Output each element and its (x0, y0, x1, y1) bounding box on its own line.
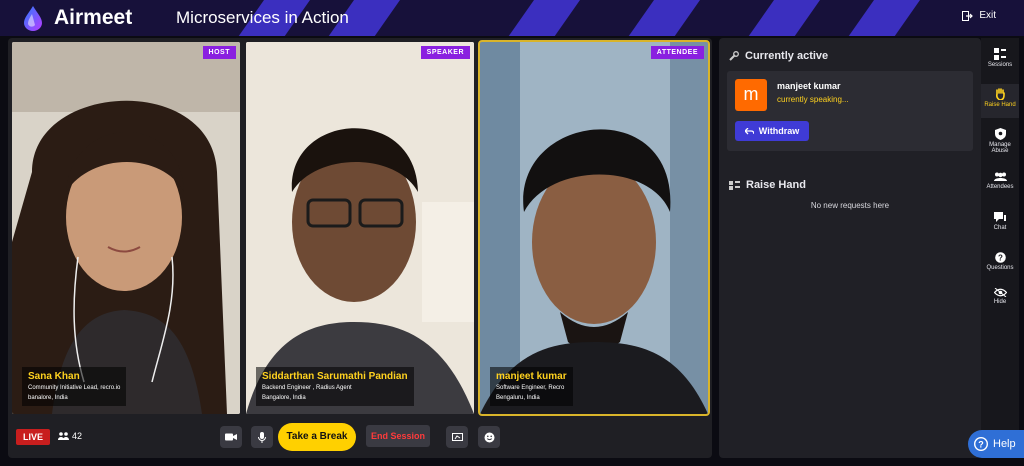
nav-attendees[interactable]: Attendees (981, 172, 1019, 202)
undo-icon (744, 127, 754, 134)
active-speaker-status: currently speaking... (777, 95, 849, 104)
microphone-icon (258, 431, 266, 443)
active-speaker-name: manjeet kumar (777, 81, 841, 91)
side-nav: Sessions Raise Hand Manage Abuse Attende… (981, 38, 1019, 458)
role-badge-host: HOST (202, 46, 236, 59)
nav-questions[interactable]: ? Questions (981, 252, 1019, 282)
help-icon: ? (974, 437, 988, 451)
reactions-button[interactable] (478, 426, 500, 448)
currently-active-heading: Currently active (729, 50, 828, 62)
wrench-icon (729, 51, 739, 61)
withdraw-button[interactable]: Withdraw (735, 121, 809, 141)
airmeet-logo-icon (18, 4, 48, 32)
hand-icon (995, 88, 1005, 100)
microphone-button[interactable] (251, 426, 273, 448)
video-tile-speaker[interactable]: SPEAKER Siddarthan Sarumathi Pandian Bac… (246, 42, 474, 414)
attendee-count: 42 (58, 431, 82, 441)
role-badge-attendee: ATTENDEE (650, 46, 704, 59)
participant-title: Software Engineer, Recro (496, 385, 565, 391)
camera-icon (225, 433, 237, 441)
participant-location: Bengaluru, India (496, 395, 540, 401)
nav-label: Hide (993, 299, 1007, 305)
nav-label: Attendees (986, 184, 1014, 190)
attendee-video-feed (480, 42, 708, 414)
nav-label: Sessions (987, 62, 1013, 68)
nav-label: Chat (993, 225, 1007, 231)
host-video-feed (12, 42, 240, 414)
screen-share-icon (451, 432, 463, 441)
nav-sessions[interactable]: Sessions (981, 44, 1019, 78)
video-tile-attendee[interactable]: ATTENDEE manjeet kumar Software Engineer… (478, 40, 710, 416)
app-name: Airmeet (54, 6, 133, 29)
exit-icon (962, 10, 974, 21)
participant-title: Community Initiative Lead, recro.io (28, 385, 121, 391)
sessions-icon (994, 48, 1006, 60)
end-session-button[interactable]: End Session (366, 425, 430, 447)
airmeet-logo: Airmeet (18, 4, 132, 32)
avatar: m (735, 79, 767, 111)
nameplate: Siddarthan Sarumathi Pandian Backend Eng… (256, 367, 414, 406)
side-panel: Currently active m manjeet kumar current… (719, 38, 981, 458)
help-button[interactable]: ? Help (968, 430, 1024, 458)
currently-active-title: Currently active (745, 50, 829, 62)
role-badge-speaker: SPEAKER (420, 46, 470, 59)
eye-icon (993, 288, 1007, 297)
participant-location: banalore, India (28, 395, 68, 401)
video-tile-host[interactable]: HOST Sana Khan Community Initiative Lead… (12, 42, 240, 414)
exit-button[interactable]: Exit (962, 10, 996, 21)
nameplate: Sana Khan Community Initiative Lead, rec… (22, 367, 127, 406)
svg-text:?: ? (998, 254, 1003, 263)
nav-manage-abuse[interactable]: Manage Abuse (981, 124, 1019, 158)
top-bar: Airmeet Microservices in Action Exit (0, 0, 1024, 36)
active-speaker-card: m manjeet kumar currently speaking... Wi… (727, 71, 973, 151)
emoji-icon (484, 432, 494, 442)
withdraw-label: Withdraw (758, 126, 800, 136)
event-title: Microservices in Action (176, 8, 349, 27)
take-a-break-button[interactable]: Take a Break (278, 423, 356, 451)
svg-text:?: ? (978, 440, 984, 450)
nav-hide[interactable]: Hide (981, 288, 1019, 318)
participant-title: Backend Engineer , Radius Agent (262, 385, 352, 391)
nameplate: manjeet kumar Software Engineer, Recro B… (490, 367, 573, 406)
chat-icon (994, 212, 1006, 222)
nav-chat[interactable]: Chat (981, 212, 1019, 242)
stage: HOST Sana Khan Community Initiative Lead… (8, 38, 712, 458)
empty-requests-text: No new requests here (810, 201, 890, 210)
people-icon (58, 432, 69, 440)
screen-share-button[interactable] (446, 426, 468, 448)
exit-label: Exit (979, 10, 996, 21)
nav-label: Questions (986, 265, 1014, 271)
raise-hand-heading: Raise Hand (729, 179, 806, 191)
stage-controls: LIVE 42 Take a Break End Session (8, 418, 712, 454)
question-icon: ? (994, 252, 1006, 263)
nav-label: Raise Hand (984, 102, 1016, 108)
live-badge: LIVE (16, 429, 51, 445)
help-label: Help (993, 438, 1016, 450)
camera-button[interactable] (220, 426, 242, 448)
participant-name: Sana Khan (28, 371, 80, 382)
attendee-count-value: 42 (72, 431, 83, 441)
participant-name: manjeet kumar (496, 371, 567, 382)
nav-raise-hand[interactable]: Raise Hand (981, 84, 1019, 118)
people-icon (993, 172, 1007, 181)
raise-hand-title: Raise Hand (746, 179, 806, 191)
speaker-video-feed (246, 42, 474, 414)
participant-name: Siddarthan Sarumathi Pandian (262, 371, 408, 382)
nav-label: Manage Abuse (989, 142, 1011, 154)
raise-hand-list-icon (729, 181, 740, 190)
shield-icon (994, 128, 1006, 140)
participant-location: Bangalore, India (262, 395, 306, 401)
